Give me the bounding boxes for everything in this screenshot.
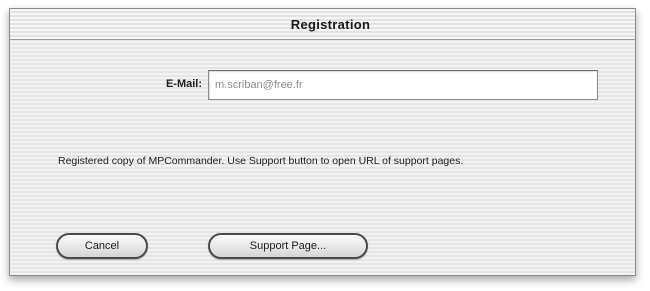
- cancel-button[interactable]: Cancel: [56, 233, 148, 259]
- email-row: E-Mail:: [10, 70, 635, 100]
- cancel-button-label: Cancel: [84, 240, 120, 252]
- registration-message: Registered copy of MPCommander. Use Supp…: [58, 155, 464, 167]
- registration-dialog: Registration E-Mail: Registered copy of …: [9, 8, 636, 276]
- support-page-button[interactable]: Support Page...: [208, 233, 368, 259]
- title-bar[interactable]: Registration: [10, 9, 635, 40]
- email-field[interactable]: [208, 70, 598, 100]
- support-page-button-label: Support Page...: [249, 240, 327, 252]
- email-label: E-Mail:: [165, 78, 202, 90]
- window-title: Registration: [290, 16, 371, 32]
